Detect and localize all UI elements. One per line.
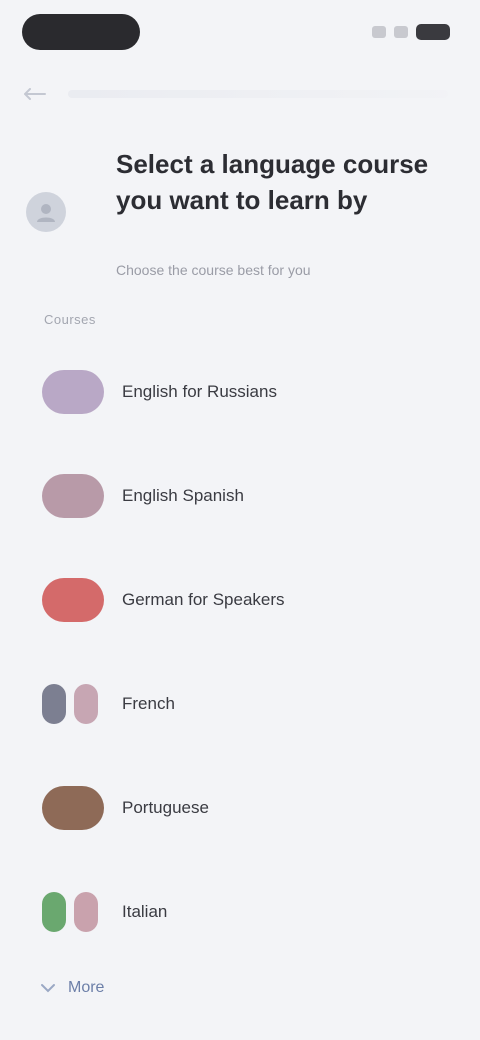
chevron-down-icon [41, 984, 55, 993]
course-label: German for Speakers [122, 590, 285, 609]
course-item-0[interactable]: English for Russians [0, 340, 480, 444]
course-label: Portuguese [122, 798, 209, 817]
user-icon [37, 204, 55, 222]
course-label: English for Russians [122, 382, 277, 401]
course-list: English for Russians English Spanish Ger… [0, 340, 480, 964]
flag-left-part [42, 684, 66, 724]
flag-left-part [42, 892, 66, 932]
flag-icon [42, 682, 104, 726]
flag-icon [42, 370, 104, 414]
header-section: Select a language course you want to lea… [0, 136, 480, 296]
battery-icon [416, 24, 450, 40]
course-item-2[interactable]: German for Speakers [0, 548, 480, 652]
flag-icon [42, 890, 104, 934]
course-item-3[interactable]: French [0, 652, 480, 756]
flag-icon [42, 578, 104, 622]
top-navigation [0, 82, 480, 106]
course-label: Italian [122, 902, 168, 921]
flag-right-part [74, 892, 98, 932]
section-label: Courses [44, 312, 96, 327]
course-label: French [122, 694, 175, 713]
flag-icon [42, 474, 104, 518]
wifi-icon [394, 26, 408, 38]
status-bar [0, 0, 480, 64]
progress-track [68, 90, 448, 98]
page-title: Select a language course you want to lea… [116, 149, 429, 215]
page-subtitle: Choose the course best for you [116, 262, 311, 278]
course-item-4[interactable]: Portuguese [0, 756, 480, 860]
flag-icon [42, 786, 104, 830]
course-item-1[interactable]: English Spanish [0, 444, 480, 548]
course-item-5[interactable]: Italian [0, 860, 480, 964]
show-more-label: More [68, 979, 105, 996]
mascot-avatar [26, 192, 66, 232]
show-more-button[interactable]: More [40, 972, 104, 1004]
back-arrow-icon[interactable] [24, 87, 52, 101]
dynamic-island [22, 14, 140, 50]
status-icons [372, 22, 450, 42]
flag-right-part [74, 684, 98, 724]
signal-icon [372, 26, 386, 38]
course-label: English Spanish [122, 486, 244, 505]
